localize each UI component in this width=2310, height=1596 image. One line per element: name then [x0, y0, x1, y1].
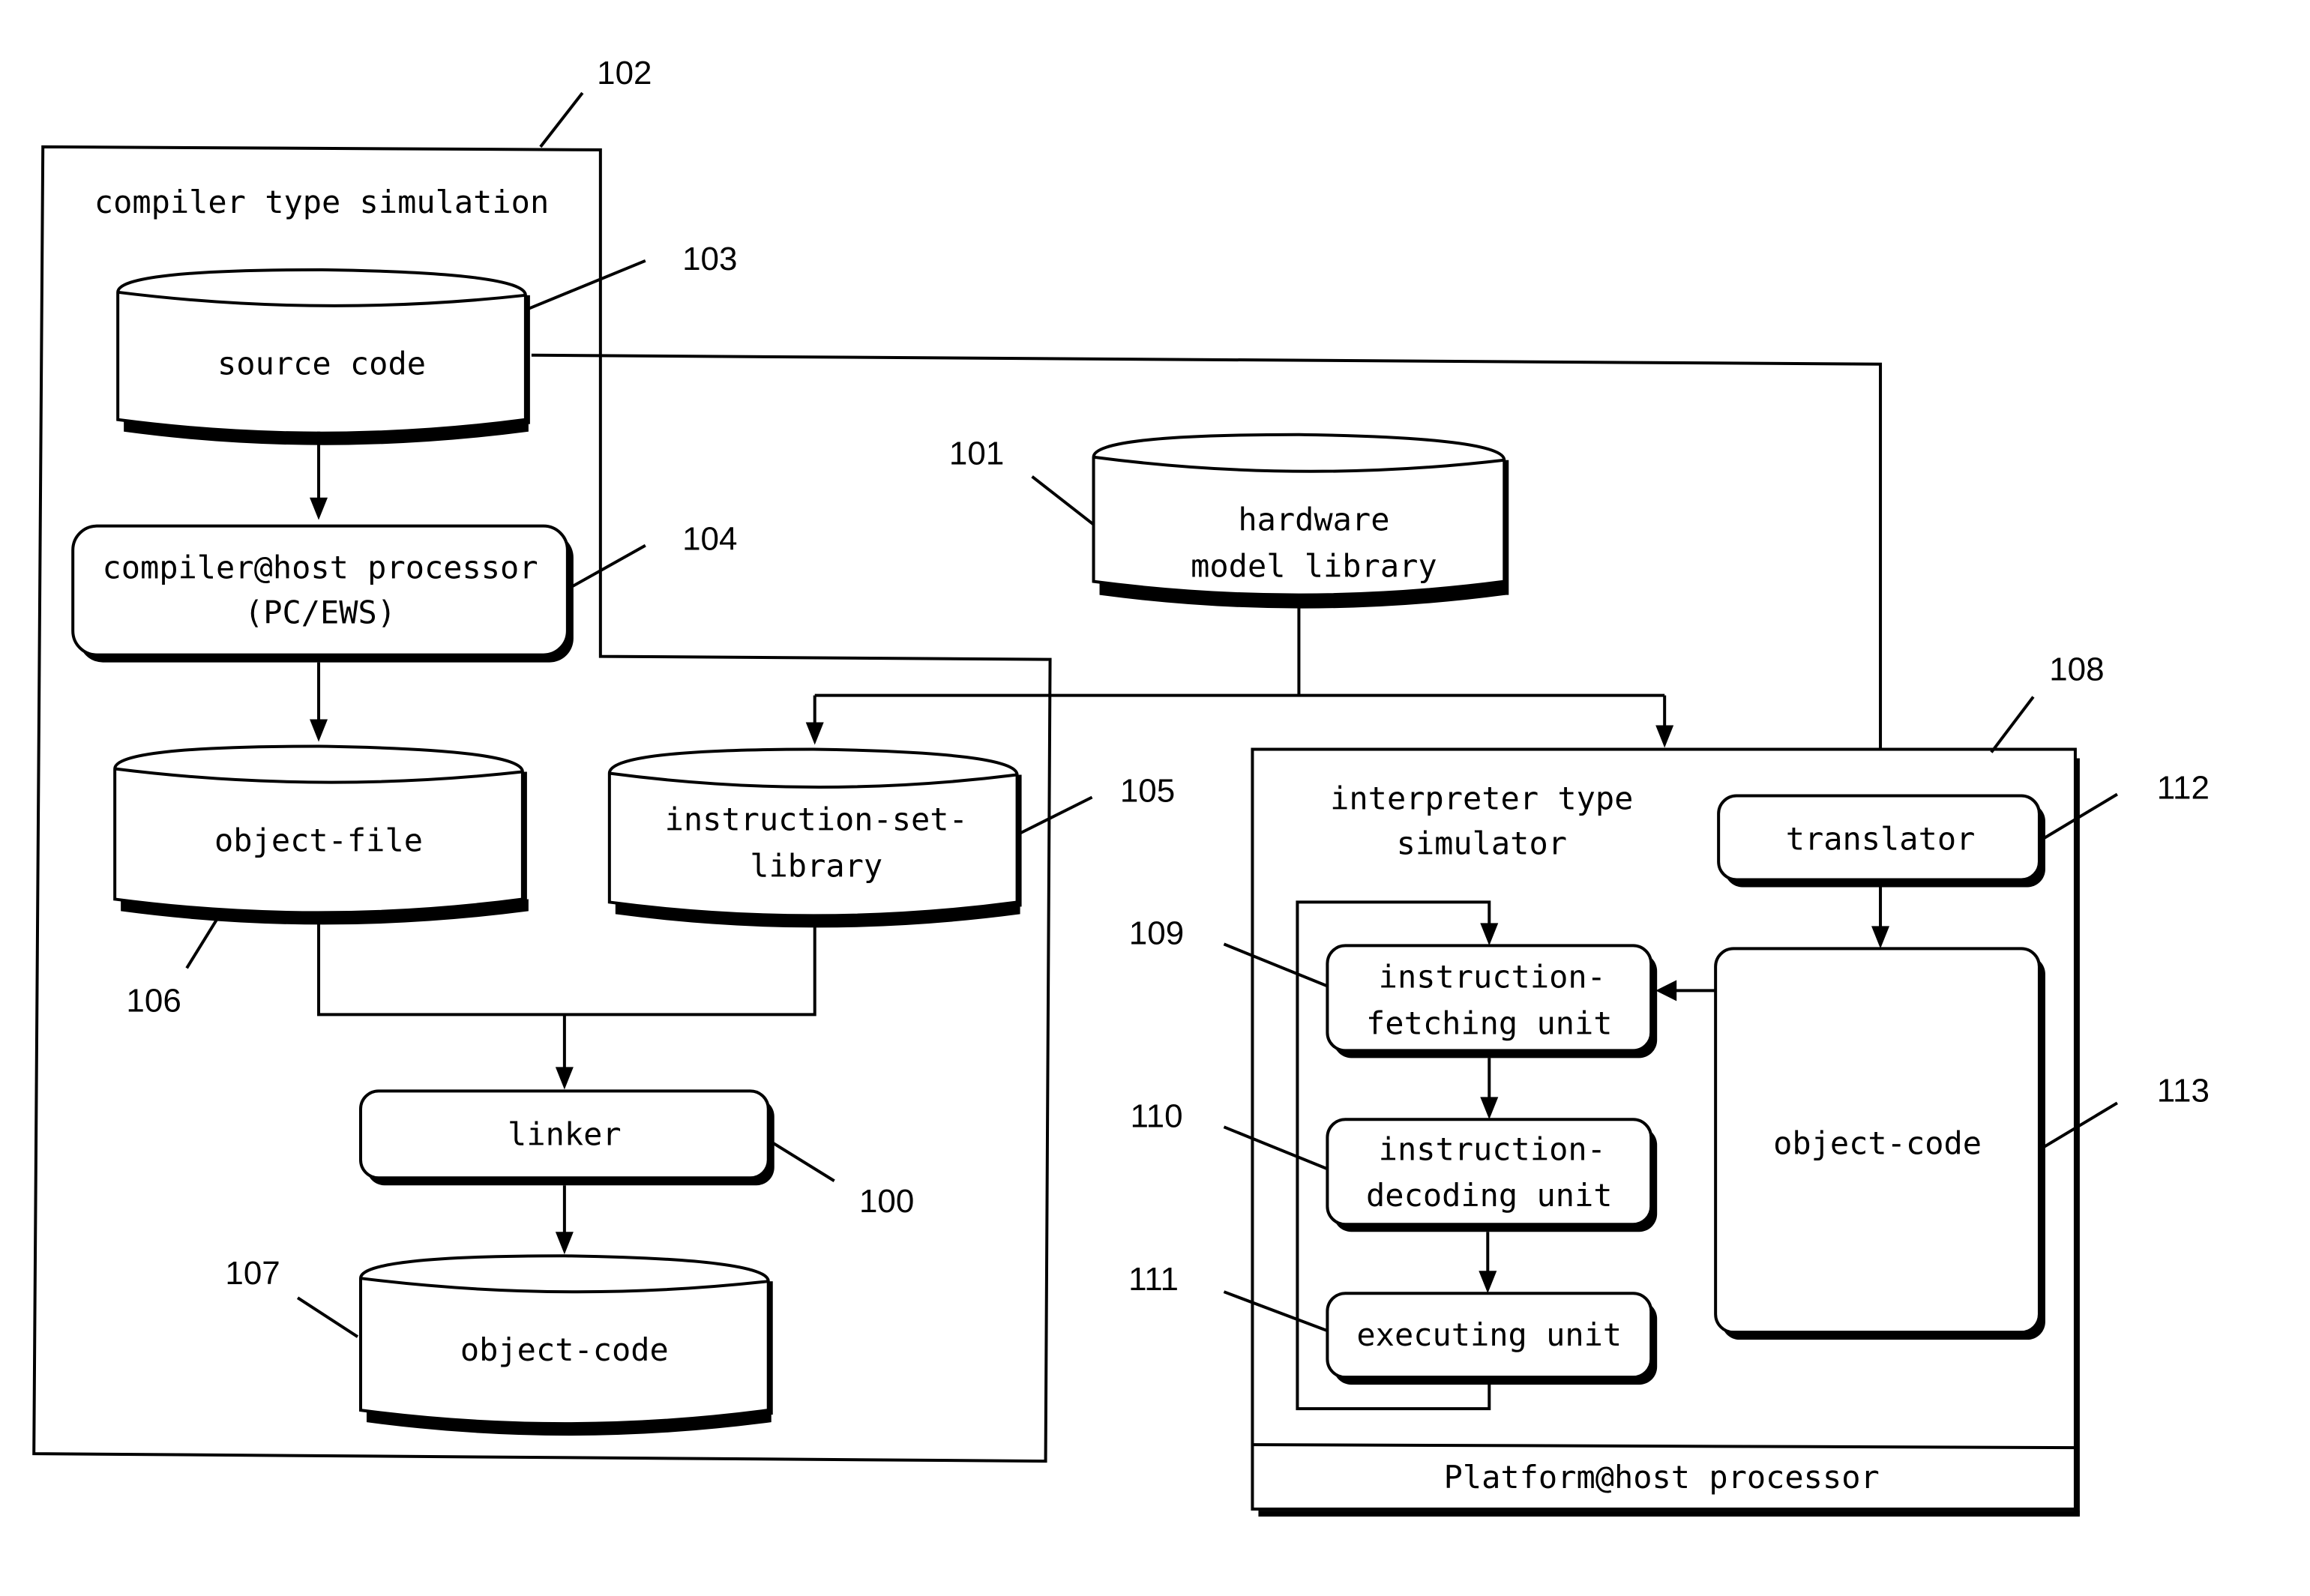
- hwlib-label-2: model library: [1191, 548, 1437, 585]
- ref-109: 109: [1129, 915, 1184, 951]
- compiler-label-2: (PC/EWS): [244, 594, 396, 631]
- connector-objfile-isl-to-linker: [317, 917, 816, 1017]
- isl-label-1: instruction-set-: [665, 801, 968, 837]
- interpreter-title-1: interpreter type: [1330, 780, 1633, 816]
- fetch-label-2: fetching unit: [1366, 1005, 1612, 1041]
- interpreter-title-2: simulator: [1397, 825, 1567, 861]
- ref-111: 111: [1128, 1261, 1179, 1298]
- leader-108: [1990, 696, 2035, 753]
- source-code-db[interactable]: source code: [116, 268, 530, 445]
- linker-box[interactable]: linker: [358, 1089, 774, 1186]
- ref-113: 113: [2157, 1072, 2210, 1109]
- translator-box[interactable]: translator: [1717, 794, 2045, 888]
- executing-unit-box[interactable]: executing unit: [1326, 1292, 1658, 1385]
- translator-label: translator: [1786, 820, 1976, 857]
- leader-102: [539, 91, 584, 148]
- decode-label-1: instruction-: [1379, 1130, 1606, 1167]
- object-code-label: object-code: [460, 1331, 669, 1368]
- object-file-label: object-file: [214, 822, 423, 858]
- object-file-db[interactable]: object-file: [113, 744, 529, 925]
- leader-104: [569, 543, 646, 589]
- ref-110: 110: [1130, 1097, 1182, 1134]
- decode-label-2: decoding unit: [1366, 1177, 1612, 1214]
- compiler-box[interactable]: compiler@host processor (PC/EWS): [71, 524, 574, 663]
- ref-105: 105: [1120, 772, 1175, 809]
- ref-102: 102: [597, 55, 652, 91]
- leader-105: [1019, 795, 1093, 835]
- leader-106: [185, 916, 220, 969]
- object-code-interp-label: object-code: [1773, 1124, 1982, 1161]
- compiler-label-1: compiler@host processor: [102, 549, 538, 586]
- isl-label-2: library: [750, 847, 882, 884]
- ref-101: 101: [949, 436, 1004, 472]
- leader-100: [770, 1140, 835, 1182]
- linker-label: linker: [508, 1115, 622, 1152]
- leader-107: [296, 1296, 359, 1338]
- ref-106: 106: [126, 982, 181, 1019]
- source-code-label: source code: [217, 346, 426, 382]
- object-code-interp-box[interactable]: object-code: [1714, 947, 2045, 1340]
- ref-100: 100: [859, 1183, 914, 1220]
- fetch-unit-box[interactable]: instruction- fetching unit: [1326, 944, 1658, 1059]
- ref-112: 112: [2157, 769, 2210, 806]
- hwlib-label-1: hardware: [1238, 502, 1389, 538]
- fetch-label-1: instruction-: [1379, 958, 1606, 995]
- instruction-set-library-db[interactable]: instruction-set- library: [607, 747, 1022, 928]
- connector-hwlib: [814, 606, 1665, 697]
- compiler-region-title: compiler type simulation: [94, 184, 549, 220]
- ref-108: 108: [2049, 651, 2104, 688]
- hardware-model-library-db[interactable]: hardware model library: [1092, 433, 1509, 609]
- ref-104: 104: [682, 521, 737, 558]
- exec-label: executing unit: [1356, 1316, 1622, 1353]
- ref-107: 107: [225, 1255, 280, 1292]
- object-code-db[interactable]: object-code: [358, 1254, 773, 1436]
- diagram-canvas: compiler type simulation 102 source code…: [32, 55, 2210, 1517]
- ref-103: 103: [682, 241, 737, 277]
- decode-unit-box[interactable]: instruction- decoding unit: [1326, 1118, 1658, 1232]
- leader-101: [1031, 475, 1095, 526]
- leader-103: [528, 259, 646, 310]
- platform-label: Platform@host processor: [1444, 1459, 1880, 1496]
